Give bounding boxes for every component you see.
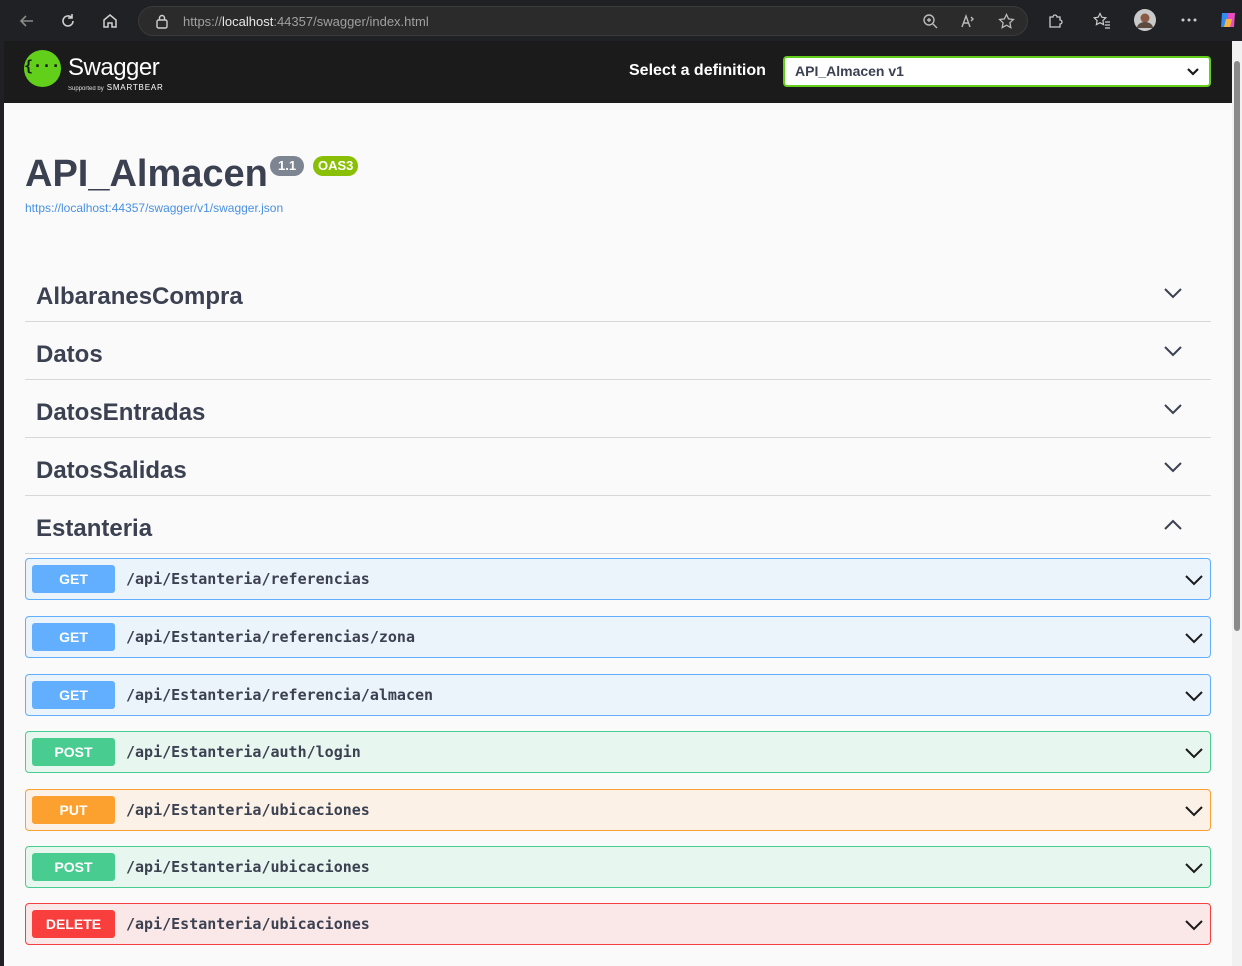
chevron-down-icon: [1185, 691, 1203, 702]
chevron-down-icon: [1185, 920, 1203, 931]
method-badge: POST: [32, 738, 115, 766]
chevron-down-icon: [1187, 68, 1199, 76]
avatar-icon: [1134, 9, 1156, 31]
back-button[interactable]: [14, 8, 40, 34]
page-scrollbar[interactable]: [1232, 41, 1242, 966]
zoom-icon: [923, 14, 938, 29]
refresh-icon: [62, 14, 74, 27]
browser-toolbar: https://localhost:44357/swagger/index.ht…: [0, 0, 1242, 41]
chevron-down-icon: [1164, 404, 1182, 415]
operation-path: /api/Estanteria/referencias/zona: [126, 628, 415, 646]
oas-badge: OAS3: [313, 156, 359, 176]
operation-path: /api/Estanteria/ubicaciones: [126, 801, 370, 819]
favorites-button[interactable]: [1091, 9, 1113, 31]
operation-post-auth-login[interactable]: POST /api/Estanteria/auth/login: [25, 731, 1211, 773]
more-menu-button[interactable]: [1178, 9, 1200, 31]
copilot-icon: [1221, 13, 1235, 27]
operation-delete-ubicaciones[interactable]: DELETE /api/Estanteria/ubicaciones: [25, 903, 1211, 945]
tag-name: Estanteria: [36, 515, 153, 542]
tag-datossalidas[interactable]: DatosSalidas: [25, 438, 1211, 496]
extensions-button[interactable]: [1044, 9, 1066, 31]
lock-icon: [156, 14, 168, 29]
zoom-button[interactable]: [919, 10, 941, 32]
back-arrow-icon: [19, 15, 33, 27]
version-badge: 1.1: [270, 156, 305, 176]
home-button[interactable]: [97, 8, 123, 34]
refresh-button[interactable]: [55, 8, 81, 34]
method-badge: GET: [32, 681, 115, 709]
tag-datosentradas[interactable]: DatosEntradas: [25, 380, 1211, 438]
favorites-icon: [1093, 11, 1110, 29]
tag-name: AlbaranesCompra: [36, 283, 243, 310]
operation-path: /api/Estanteria/auth/login: [126, 743, 361, 761]
operation-post-ubicaciones[interactable]: POST /api/Estanteria/ubicaciones: [25, 846, 1211, 888]
operation-put-ubicaciones[interactable]: PUT /api/Estanteria/ubicaciones: [25, 789, 1211, 831]
profile-avatar[interactable]: [1134, 9, 1156, 31]
operation-path: /api/Estanteria/ubicaciones: [126, 915, 370, 933]
brand-name: Swagger: [68, 54, 160, 81]
definition-label: Select a definition: [629, 62, 766, 79]
tag-datos[interactable]: Datos: [25, 322, 1211, 380]
tag-albaranescompra[interactable]: AlbaranesCompra: [25, 264, 1211, 322]
operation-path: /api/Estanteria/referencia/almacen: [126, 686, 434, 704]
operation-get-referencias-zona[interactable]: GET /api/Estanteria/referencias/zona: [25, 616, 1211, 658]
chevron-down-icon: [1185, 748, 1203, 759]
chevron-down-icon: [1185, 806, 1203, 817]
definition-select[interactable]: API_Almacen v1: [783, 56, 1211, 87]
tag-name: DatosEntradas: [36, 399, 206, 426]
chevron-down-icon: [1185, 575, 1203, 586]
brand-subtitle: Supported by SMARTBEAR: [68, 83, 164, 92]
favorite-button[interactable]: [995, 10, 1017, 32]
api-title: API_Almacen: [25, 153, 268, 195]
scrollbar-thumb[interactable]: [1234, 61, 1240, 631]
chevron-down-icon: [1164, 346, 1182, 357]
method-badge: GET: [32, 565, 115, 593]
chevron-up-icon: [1164, 519, 1182, 530]
operation-path: /api/Estanteria/referencias: [126, 570, 370, 588]
url-text: https://localhost:44357/swagger/index.ht…: [183, 14, 429, 29]
chevron-down-icon: [1164, 462, 1182, 473]
definition-value: API_Almacen v1: [795, 63, 904, 79]
swagger-content: API_Almacen 1.1 OAS3 https://localhost:4…: [4, 103, 1232, 966]
tag-estanteria[interactable]: Estanteria: [25, 496, 1211, 554]
operation-get-referencia-almacen[interactable]: GET /api/Estanteria/referencia/almacen: [25, 674, 1211, 716]
read-aloud-button[interactable]: [957, 10, 979, 32]
ellipsis-icon: [1181, 18, 1197, 22]
swagger-topbar: {···} Swagger Supported by SMARTBEAR Sele…: [4, 41, 1232, 103]
chevron-down-icon: [1185, 633, 1203, 644]
operation-path: /api/Estanteria/ubicaciones: [126, 858, 370, 876]
copilot-button[interactable]: [1217, 9, 1239, 31]
method-badge: DELETE: [32, 910, 115, 938]
chevron-down-icon: [1185, 863, 1203, 874]
star-icon: [997, 12, 1015, 29]
read-aloud-icon: [961, 13, 974, 28]
spec-link[interactable]: https://localhost:44357/swagger/v1/swagg…: [25, 201, 283, 215]
puzzle-icon: [1048, 13, 1063, 28]
operation-get-referencias[interactable]: GET /api/Estanteria/referencias: [25, 558, 1211, 600]
home-icon: [103, 14, 117, 28]
method-badge: POST: [32, 853, 115, 881]
method-badge: PUT: [32, 796, 115, 824]
method-badge: GET: [32, 623, 115, 651]
swagger-logo-icon[interactable]: {···}: [24, 50, 69, 87]
tag-name: DatosSalidas: [36, 457, 187, 484]
chevron-down-icon: [1164, 288, 1182, 299]
address-bar[interactable]: https://localhost:44357/swagger/index.ht…: [138, 6, 1028, 36]
tag-name: Datos: [36, 341, 103, 368]
